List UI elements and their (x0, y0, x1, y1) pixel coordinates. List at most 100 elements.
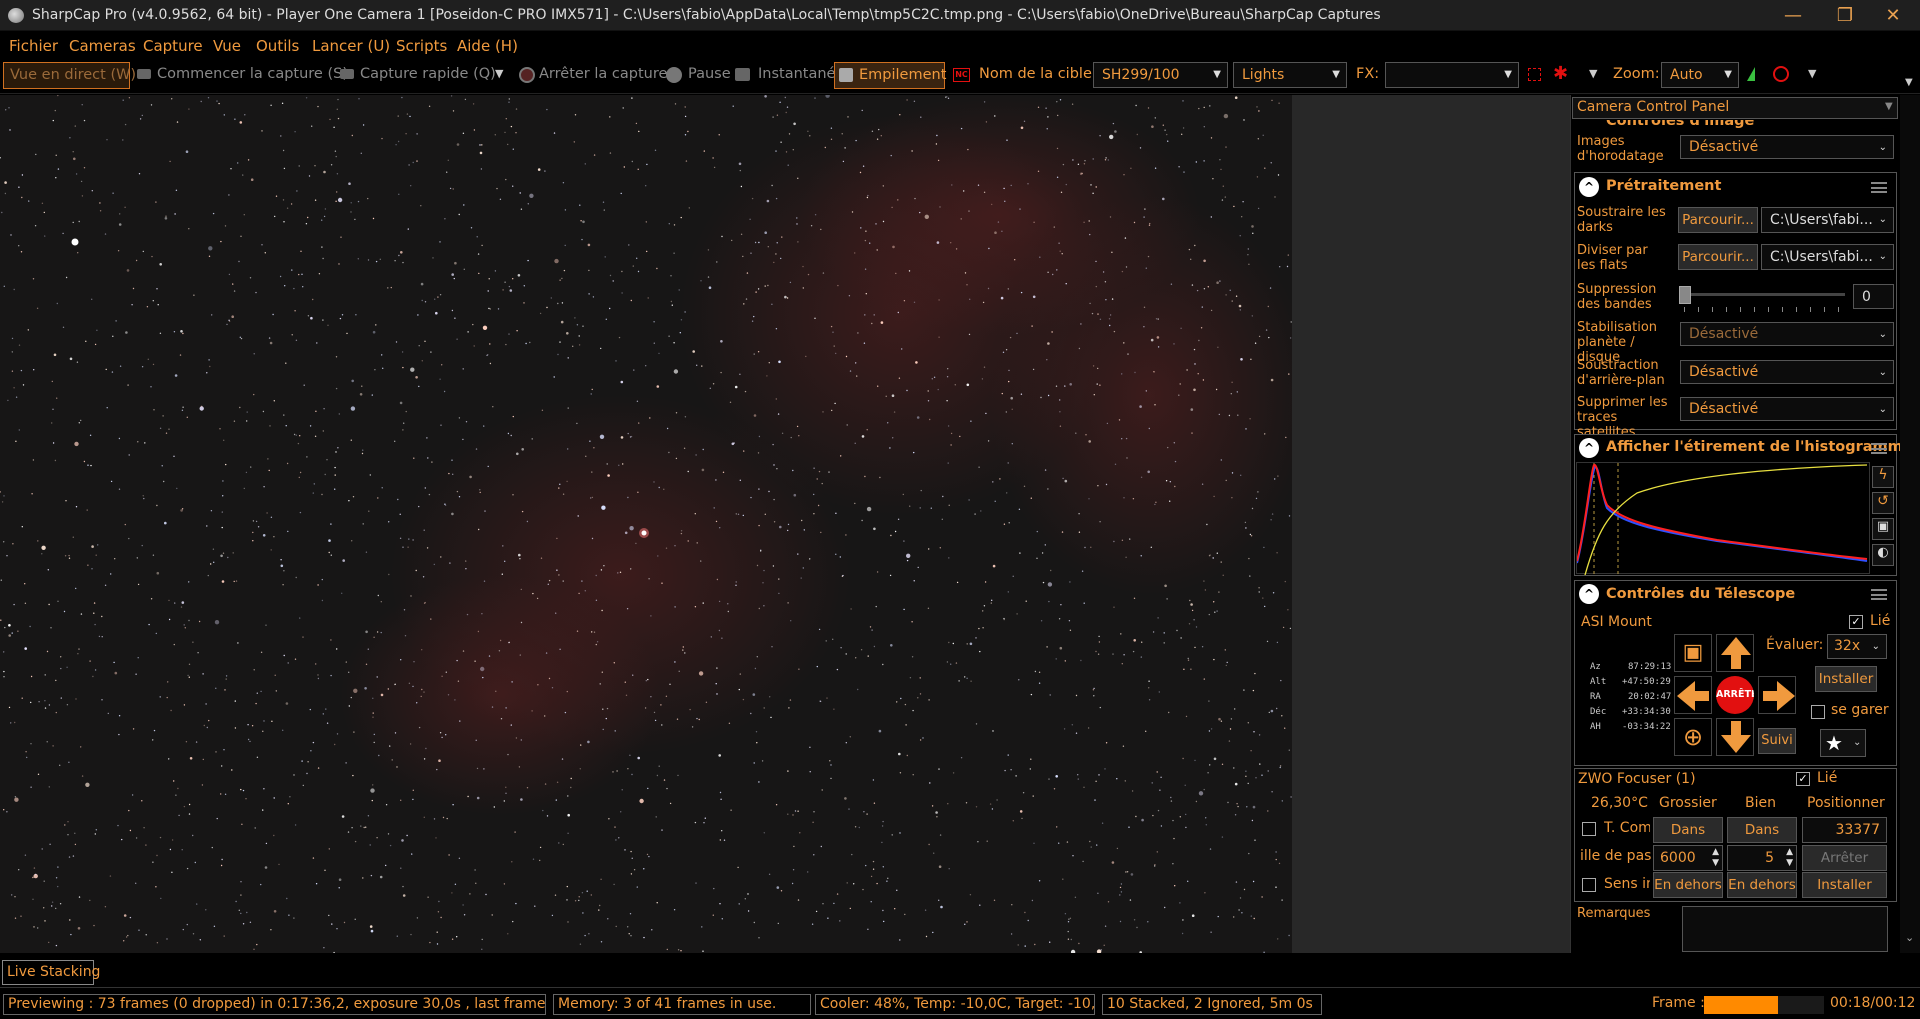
scroll-down-icon[interactable]: ⌄ (1905, 931, 1914, 944)
spinner-icon[interactable]: ▲ ▼ (1786, 847, 1793, 869)
preview-status: Previewing : 73 frames (0 dropped) in 0:… (3, 994, 546, 1015)
south-button[interactable] (1716, 718, 1754, 756)
hamburger-icon[interactable] (1871, 589, 1887, 600)
chevron-down-icon: ⌄ (1878, 142, 1887, 153)
fine-step-input[interactable]: 5 ▲ ▼ (1727, 845, 1797, 871)
coarse-out-button[interactable]: En dehors (1653, 872, 1723, 898)
reverse-checkbox[interactable] (1582, 878, 1596, 892)
minimize-button[interactable]: — (1770, 0, 1816, 31)
menu-scripts[interactable]: Scripts (396, 37, 447, 55)
zoom-select[interactable]: Auto ▼ (1661, 62, 1739, 88)
spiral-search-icon[interactable]: ▣ (1674, 634, 1712, 672)
menu-capture[interactable]: Capture (143, 37, 203, 55)
darks-path-select[interactable]: C:\Users\fabi... ⌄ (1761, 207, 1894, 233)
hamburger-icon[interactable] (1871, 182, 1887, 193)
menu-file[interactable]: Fichier (9, 37, 58, 55)
target-sun-icon[interactable]: ⊕ (1674, 718, 1712, 756)
restore-button[interactable]: ❐ (1822, 0, 1868, 31)
menu-run[interactable]: Lancer (U) (312, 37, 390, 55)
chevron-down-icon: ▼ (1504, 69, 1512, 80)
fx-select[interactable]: ▼ (1385, 62, 1519, 88)
west-button[interactable] (1674, 676, 1712, 714)
collapse-telescope-icon[interactable]: ^ (1579, 584, 1599, 604)
stop-capture-button[interactable]: Arrêter la capture (539, 66, 667, 82)
close-button[interactable]: ✕ (1870, 0, 1916, 31)
save-icon[interactable]: ▣ (1872, 518, 1894, 540)
park-checkbox[interactable] (1811, 705, 1825, 719)
start-capture-button[interactable]: Commencer la capture (S) (157, 66, 348, 82)
mount-setup-button[interactable]: Installer (1815, 666, 1877, 692)
chevron-down-icon: ▼ (1213, 69, 1221, 80)
fine-in-button[interactable]: Dans (1727, 817, 1797, 843)
live-stacking-tab[interactable]: Live Stacking (2, 960, 100, 985)
chevron-down-icon[interactable]: ▼ (495, 67, 503, 80)
target-name-input[interactable]: SH299/100 ▼ (1093, 62, 1228, 88)
north-button[interactable] (1716, 634, 1754, 672)
snapshot-button[interactable]: Instantané (758, 66, 835, 82)
chevron-down-icon[interactable]: ▼ (1589, 67, 1597, 80)
focuser-stop-button[interactable]: Arrêter (1802, 845, 1887, 871)
focuser-linked-checkbox[interactable]: ✓ (1796, 772, 1810, 786)
hamburger-icon[interactable] (1871, 443, 1887, 454)
histogram-plot[interactable] (1576, 462, 1870, 576)
collapse-histogram-icon[interactable]: ^ (1579, 438, 1599, 458)
notes-label: Remarques (1577, 906, 1651, 921)
rate-select[interactable]: 32x ⌄ (1827, 634, 1887, 659)
bg-subtraction-select[interactable]: Désactivé ⌄ (1680, 360, 1894, 384)
coord-alt: Alt +47:50:29 (1590, 677, 1671, 687)
quick-capture-icon (340, 69, 354, 79)
selection-rect-icon[interactable] (1528, 68, 1541, 81)
coarse-in-button[interactable]: Dans (1653, 817, 1723, 843)
banding-slider-track[interactable] (1682, 293, 1845, 296)
lightning-icon[interactable]: ϟ (1872, 466, 1894, 488)
panel-title: Camera Control Panel (1577, 99, 1730, 115)
position-input[interactable]: 33377 (1802, 817, 1887, 843)
star-dropdown[interactable]: ★ ⌄ (1820, 729, 1866, 757)
banding-slider-thumb[interactable] (1679, 286, 1691, 304)
banding-value-input[interactable]: 0 (1853, 284, 1894, 309)
pause-button[interactable]: Pause (688, 66, 731, 82)
star-field-image[interactable] (0, 95, 1292, 953)
panel-menu-icon[interactable]: ▼ (1885, 101, 1893, 112)
east-button[interactable] (1758, 676, 1796, 714)
track-button[interactable]: Suivi (1758, 728, 1796, 754)
browse-flats-button[interactable]: Parcourir... (1678, 244, 1758, 270)
temp-comp-checkbox[interactable] (1582, 822, 1596, 836)
frame-progress-fill (1704, 996, 1779, 1014)
reset-icon[interactable]: ↺ (1872, 492, 1894, 514)
chevron-down-icon[interactable]: ▼ (1808, 67, 1816, 80)
menu-cameras[interactable]: Cameras (69, 37, 136, 55)
darks-path-value: C:\Users\fabi... (1770, 212, 1873, 228)
chevron-down-icon: ⌄ (1878, 329, 1887, 340)
spinner-icon[interactable]: ▲ ▼ (1712, 847, 1719, 869)
browse-darks-button[interactable]: Parcourir... (1678, 207, 1758, 233)
collapse-preprocessing-icon[interactable]: ^ (1579, 177, 1599, 197)
frame-type-select[interactable]: Lights ▼ (1233, 62, 1347, 88)
focus-assist-icon[interactable] (1773, 66, 1789, 82)
mount-linked-checkbox[interactable]: ✓ (1849, 615, 1863, 629)
live-view-button[interactable]: Vue en direct (W) (3, 62, 136, 89)
timestamp-select[interactable]: Désactivé ⌄ (1680, 135, 1894, 159)
flats-path-select[interactable]: C:\Users\fabi... ⌄ (1761, 244, 1894, 270)
notes-textarea[interactable] (1682, 906, 1888, 952)
contrast-icon[interactable]: ◐ (1872, 544, 1894, 566)
coarse-step-input[interactable]: 6000 ▲ ▼ (1653, 845, 1723, 871)
stop-mount-button[interactable]: ARRÊTE (1716, 676, 1754, 714)
stop-capture-icon (519, 67, 535, 83)
satellite-select[interactable]: Désactivé ⌄ (1680, 397, 1894, 421)
stabilization-select[interactable]: Désactivé ⌄ (1680, 322, 1894, 346)
menu-tools[interactable]: Outils (256, 37, 299, 55)
stacking-label: Empilement (859, 67, 947, 83)
fine-out-button[interactable]: En dehors (1727, 872, 1797, 898)
panel-scrollbar[interactable]: ⌄ (1900, 95, 1920, 953)
stacking-button[interactable]: Empilement (834, 62, 947, 89)
menu-view[interactable]: Vue (213, 37, 241, 55)
reticle-icon[interactable]: ✱ (1553, 63, 1568, 84)
menu-help[interactable]: Aide (H) (457, 37, 518, 55)
bg-subtraction-value: Désactivé (1689, 364, 1759, 380)
quick-capture-button[interactable]: Capture rapide (Q) (360, 66, 496, 82)
overflow-icon[interactable]: ▼ (1905, 77, 1913, 88)
histogram-icon[interactable] (1747, 67, 1755, 81)
frame-time: 00:18/00:12 (1830, 995, 1916, 1011)
focuser-setup-button[interactable]: Installer (1802, 872, 1887, 898)
